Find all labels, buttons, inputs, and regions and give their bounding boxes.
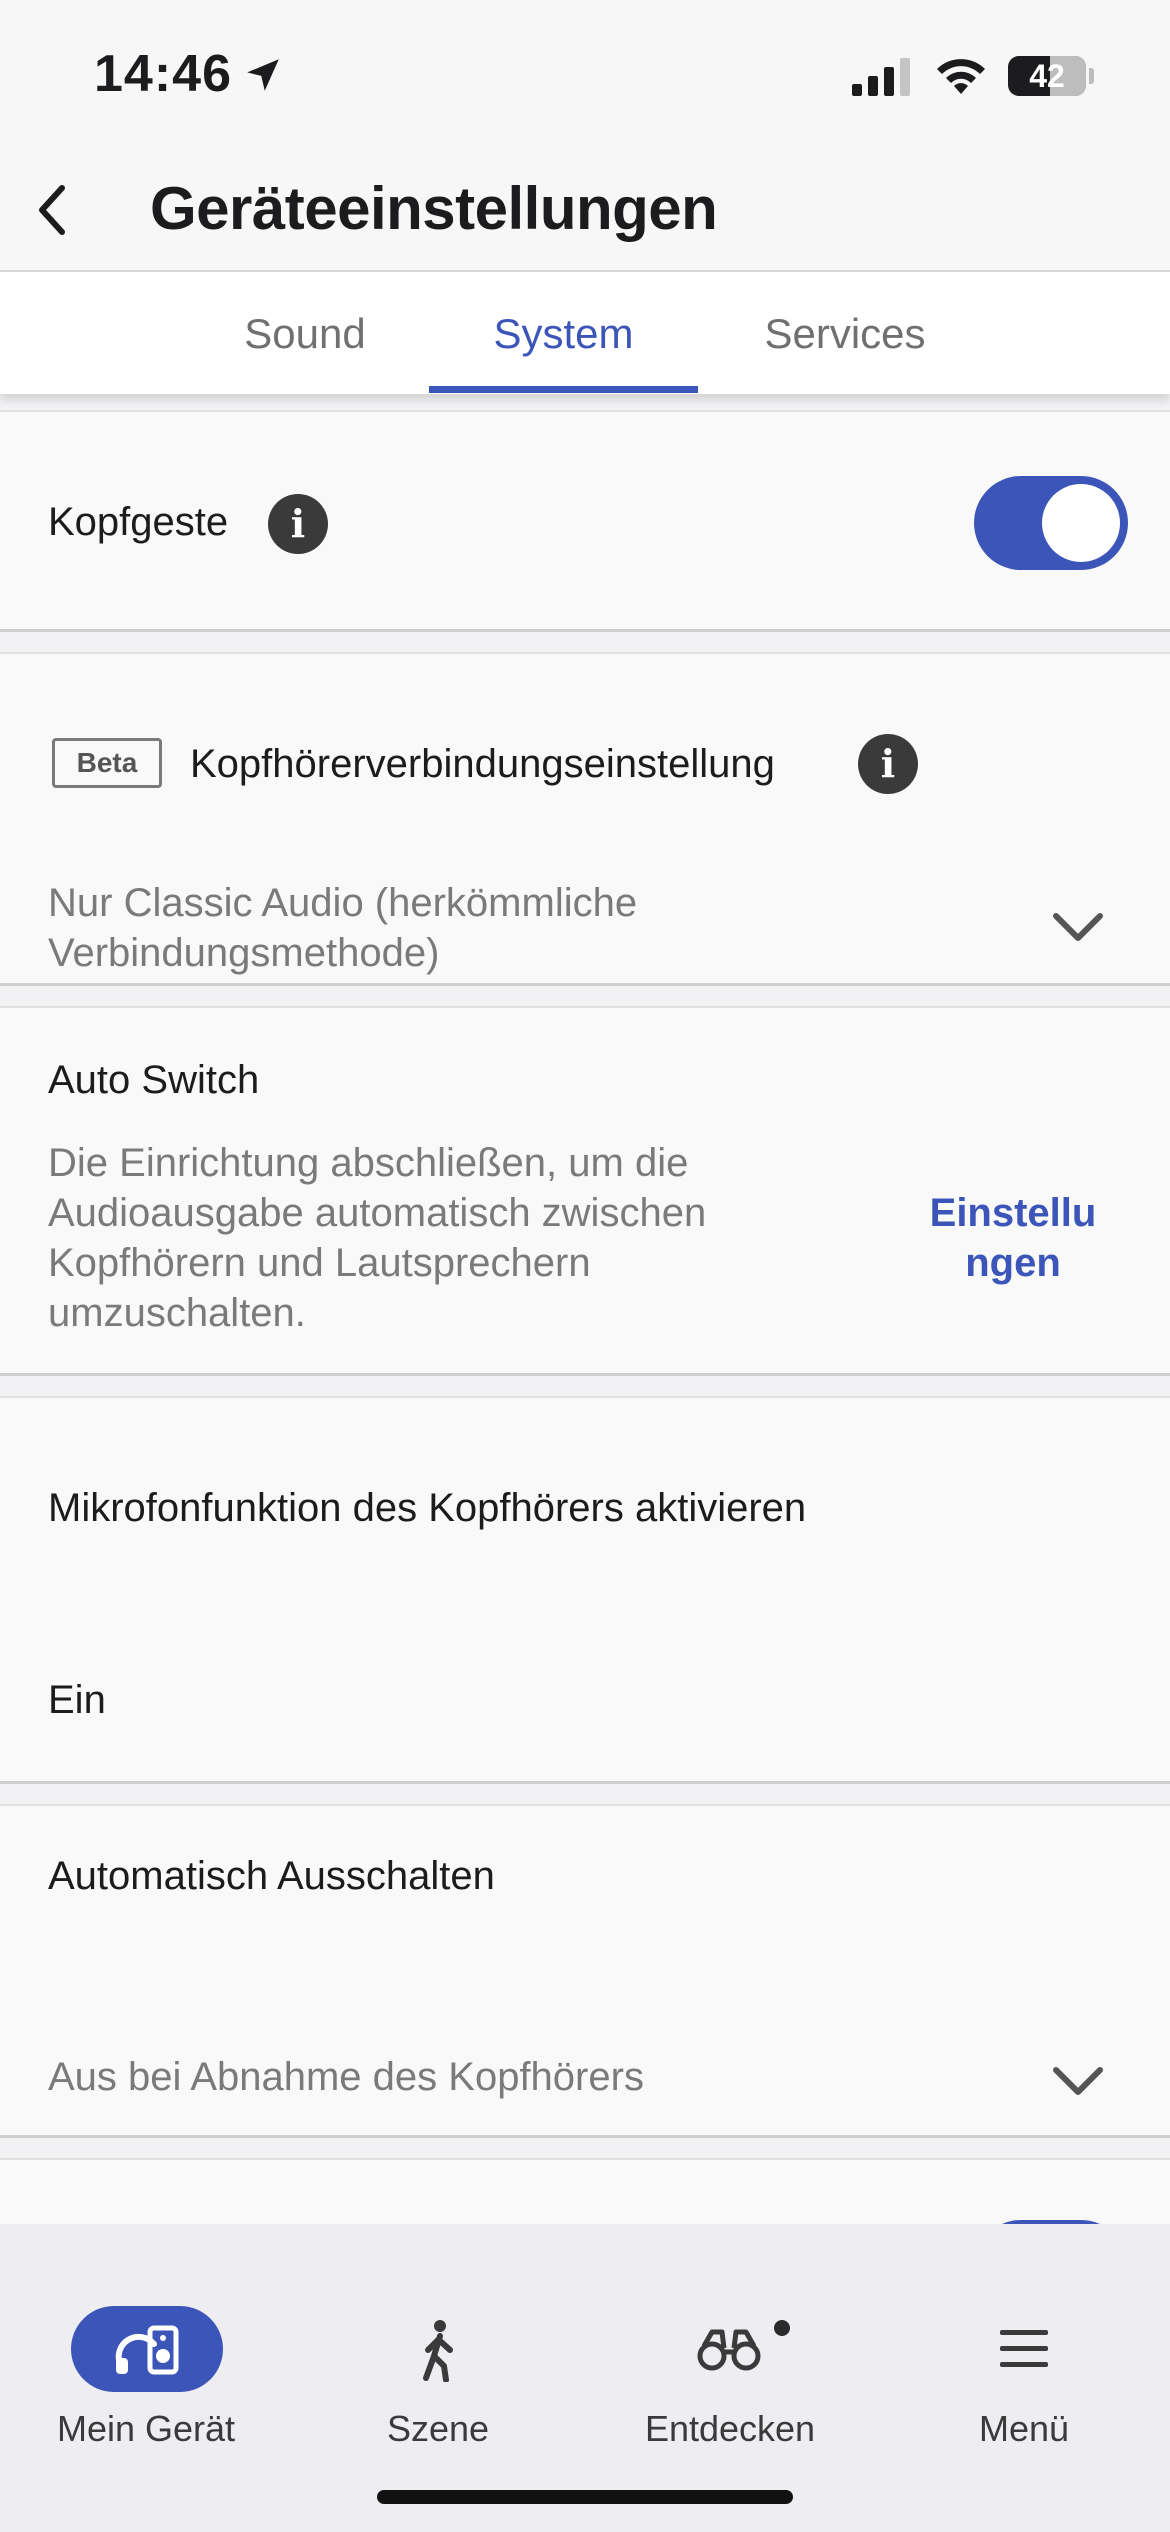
auto-switch-label: Auto Switch [48, 1058, 260, 1102]
tab-system[interactable]: System [429, 310, 698, 358]
header: Geräteeinstellungen [0, 150, 1170, 272]
nav-mein-geraet[interactable]: Mein Gerät [16, 2266, 276, 2449]
nav-entdecken[interactable]: Entdecken [600, 2266, 860, 2449]
tab-indicator [429, 386, 698, 393]
auto-switch-desc-line3: Kopfhörern und Lautsprechern [48, 1241, 591, 1285]
status-bar: 14:46 42 [0, 0, 1170, 150]
kopfgeste-toggle[interactable] [974, 476, 1128, 570]
auto-off-row[interactable]: Automatisch Ausschalten Aus bei Abnahme … [0, 1804, 1170, 2138]
link-line1: Einstellu [929, 1191, 1097, 1235]
tab-sound[interactable]: Sound [200, 310, 410, 358]
headphones-speaker-icon [115, 2325, 179, 2375]
auto-switch-row: Auto Switch Die Einrichtung abschließen,… [0, 1006, 1170, 1376]
nav-label: Szene [386, 2408, 490, 2449]
screen: 14:46 42 Geräteeinstellungen Sound Syste… [0, 0, 1170, 2532]
connection-value-line1: Nur Classic Audio (herkömmliche [48, 881, 638, 925]
auto-off-value: Aus bei Abnahme des Kopfhörers [48, 2055, 644, 2099]
auto-off-label: Automatisch Ausschalten [48, 1854, 495, 1898]
connection-label: Kopfhörerverbindungseinstellung [190, 742, 775, 786]
mic-function-label: Mikrofonfunktion des Kopfhörers aktivier… [48, 1486, 807, 1530]
link-line2: ngen [965, 1241, 1061, 1285]
bottom-nav: Mein Gerät Szene Entdecken Menü [0, 2224, 1170, 2532]
tab-services[interactable]: Services [730, 310, 960, 358]
beta-badge: Beta [52, 738, 162, 788]
chevron-down-icon[interactable] [1050, 2064, 1106, 2098]
chevron-down-icon[interactable] [1050, 910, 1106, 944]
binoculars-icon [697, 2329, 761, 2371]
info-icon[interactable]: i [268, 494, 328, 554]
location-arrow-icon [247, 59, 279, 91]
info-icon[interactable]: i [858, 734, 918, 794]
nav-label: Mein Gerät [56, 2408, 236, 2449]
home-indicator [377, 2490, 793, 2504]
cellular-signal-icon [852, 58, 910, 96]
battery-nub [1089, 68, 1094, 84]
nav-szene[interactable]: Szene [308, 2266, 568, 2449]
kopfgeste-label: Kopfgeste [48, 500, 229, 544]
battery-icon: 42 [1008, 56, 1086, 96]
notification-dot [774, 2320, 790, 2336]
auto-switch-desc-line1: Die Einrichtung abschließen, um die [48, 1141, 689, 1185]
toggle-knob [1042, 484, 1120, 562]
auto-switch-settings-link[interactable]: Einstellu ngen [918, 1188, 1108, 1288]
battery-level: 42 [1029, 58, 1065, 94]
nav-label: Menü [978, 2408, 1070, 2449]
kopfgeste-row: Kopfgeste i [0, 410, 1170, 632]
auto-switch-desc-line2: Audioausgabe automatisch zwischen [48, 1191, 707, 1235]
tab-bar: Sound System Services [0, 272, 1170, 394]
page-title: Geräteeinstellungen [150, 175, 718, 242]
nav-menu[interactable]: Menü [894, 2266, 1154, 2449]
connection-setting-row[interactable]: Beta Kopfhörerverbindungseinstellung i N… [0, 652, 1170, 986]
walking-person-icon [423, 2320, 453, 2382]
auto-switch-desc-line4: umzuschalten. [48, 1291, 306, 1335]
status-time: 14:46 [94, 45, 232, 103]
mic-function-value: Ein [48, 1678, 106, 1722]
mic-function-row[interactable]: Mikrofonfunktion des Kopfhörers aktivier… [0, 1396, 1170, 1784]
wifi-icon [937, 59, 985, 94]
nav-label: Entdecken [644, 2408, 816, 2449]
hamburger-menu-icon [1000, 2330, 1048, 2367]
back-button[interactable] [18, 174, 90, 246]
connection-value-line2: Verbindungsmethode) [48, 931, 440, 975]
